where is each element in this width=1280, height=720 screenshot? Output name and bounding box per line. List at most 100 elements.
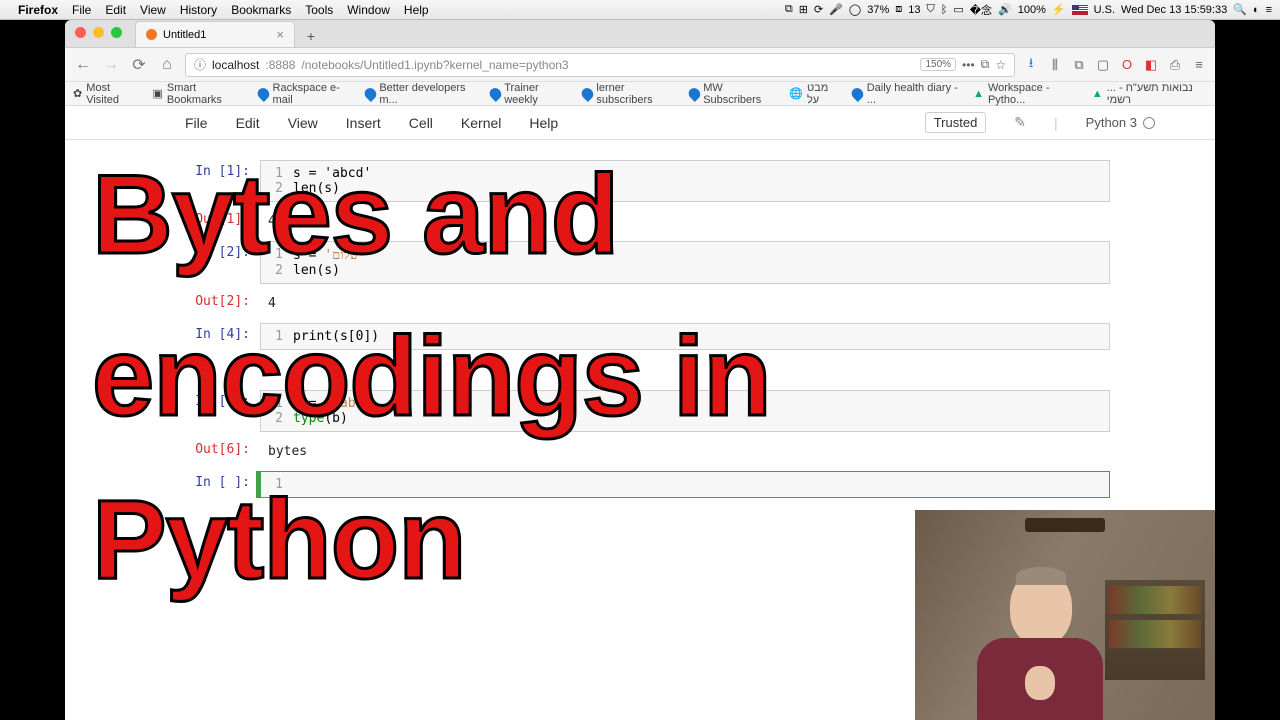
ext-badge-icon[interactable]: ◧: [1143, 57, 1159, 73]
library-icon[interactable]: ⫼: [1047, 57, 1063, 73]
new-tab-button[interactable]: +: [299, 25, 323, 47]
tab-close-icon[interactable]: ×: [276, 27, 284, 42]
hamburger-menu-icon[interactable]: ≡: [1191, 57, 1207, 73]
code-cell[interactable]: In [1]: 1s = 'abcd' 2len(s): [170, 160, 1110, 202]
browser-tab[interactable]: Untitled1 ×: [135, 21, 295, 47]
dropbox-icon[interactable]: ⧉: [785, 3, 793, 16]
home-button[interactable]: ⌂: [157, 55, 177, 75]
kernel-status-icon: [1143, 117, 1155, 129]
bookmark-most-visited[interactable]: ✿Most Visited: [73, 82, 138, 106]
sync-icon[interactable]: ⟳: [814, 3, 823, 16]
in-prompt: In [4]:: [170, 323, 260, 350]
bookshelf: [1105, 580, 1205, 680]
power-icon[interactable]: ⚡: [1052, 3, 1066, 16]
code-input[interactable]: 1b = b'abc' 2type(b): [260, 390, 1110, 432]
forward-button[interactable]: →: [101, 55, 121, 75]
macos-menubar: Firefox File Edit View History Bookmarks…: [0, 0, 1280, 20]
downloads-icon[interactable]: ⭳: [1023, 57, 1039, 73]
gear-icon: ✿: [73, 87, 82, 100]
jupyter-icon: [146, 29, 157, 40]
bookmark-mabat[interactable]: 🌐מבט על: [789, 82, 838, 106]
cell-output: 4: [260, 290, 1110, 317]
bookmark-hebrew[interactable]: ▲... - נבואות תשע"ח רשמי: [1092, 82, 1207, 106]
edit-icon[interactable]: ✎: [1014, 114, 1026, 131]
page-action-icon[interactable]: •••: [962, 58, 975, 72]
kernel-indicator[interactable]: Python 3: [1086, 115, 1155, 130]
toolbar-extensions: ⭳ ⫼ ⧉ ▢ O ◧ ⎙ ≡: [1023, 57, 1207, 73]
nb-menu-edit[interactable]: Edit: [236, 115, 260, 131]
url-host: localhost: [212, 58, 259, 72]
out-prompt: Out[6]:: [170, 438, 260, 465]
site-info-icon[interactable]: ⓘ: [194, 56, 206, 73]
menubar-clock[interactable]: Wed Dec 13 15:59:33: [1121, 4, 1227, 16]
opera-icon[interactable]: O: [1119, 57, 1135, 73]
bookmark-health[interactable]: Daily health diary - ...: [852, 82, 959, 106]
bluetooth-icon[interactable]: ᛒ: [941, 4, 948, 16]
code-input[interactable]: 1s = 'abcd' 2len(s): [260, 160, 1110, 202]
nb-menu-view[interactable]: View: [288, 115, 318, 131]
code-cell-selected[interactable]: In [ ]: 1: [170, 471, 1110, 498]
menu-help[interactable]: Help: [404, 3, 429, 17]
menu-edit[interactable]: Edit: [105, 3, 126, 17]
back-button[interactable]: ←: [73, 55, 93, 75]
bookmark-trainer[interactable]: Trainer weekly: [490, 82, 568, 106]
nb-menu-help[interactable]: Help: [529, 115, 558, 131]
battery1-icon[interactable]: ◯: [849, 3, 861, 16]
drip-icon: [686, 85, 702, 101]
window-maximize-button[interactable]: [111, 27, 122, 38]
bookmark-star-icon[interactable]: ☆: [995, 58, 1006, 72]
code-cell[interactable]: In [2]: 1s = 'שלום' 2len(s): [170, 241, 1110, 284]
nb-menu-kernel[interactable]: Kernel: [461, 115, 501, 131]
calendar-icon[interactable]: ⧈: [895, 3, 902, 16]
zoom-level[interactable]: 150%: [920, 58, 956, 71]
bookmark-rackspace[interactable]: Rackspace e-mail: [258, 82, 351, 106]
url-bar[interactable]: ⓘ localhost:8888/notebooks/Untitled1.ipy…: [185, 53, 1015, 77]
window-close-button[interactable]: [75, 27, 86, 38]
app-menu[interactable]: Firefox: [18, 3, 58, 17]
bookmark-smart[interactable]: ▣Smart Bookmarks: [152, 82, 243, 106]
reader-icon[interactable]: ⧉: [981, 57, 990, 72]
volume-icon[interactable]: 🔊: [998, 3, 1012, 16]
grid-icon[interactable]: ⊞: [799, 3, 808, 16]
bookmark-lerner[interactable]: lerner subscribers: [582, 82, 675, 106]
code-input[interactable]: 1s = 'שלום' 2len(s): [260, 241, 1110, 284]
nb-menu-cell[interactable]: Cell: [409, 115, 433, 131]
display-icon[interactable]: ▭: [953, 3, 963, 16]
code-input[interactable]: 1: [260, 471, 1110, 498]
reload-button[interactable]: ⟳: [129, 55, 149, 75]
menu-history[interactable]: History: [180, 3, 217, 17]
bookmark-mw[interactable]: MW Subscribers: [689, 82, 776, 106]
window-minimize-button[interactable]: [93, 27, 104, 38]
code-cell[interactable]: In [4]: 1print(s[0]): [170, 323, 1110, 350]
nb-menu-file[interactable]: File: [185, 115, 208, 131]
drip-icon: [362, 85, 378, 101]
url-path: /notebooks/Untitled1.ipynb?kernel_name=p…: [301, 58, 568, 72]
clip-icon[interactable]: ⎙: [1167, 57, 1183, 73]
screenshot-icon[interactable]: ⧉: [1071, 57, 1087, 73]
bookmark-workspace[interactable]: ▲Workspace - Pytho...: [973, 82, 1078, 106]
menu-bookmarks[interactable]: Bookmarks: [231, 3, 291, 17]
notebook-cells: In [1]: 1s = 'abcd' 2len(s) Out[1]: 4 In…: [65, 140, 1215, 524]
input-region[interactable]: U.S.: [1094, 4, 1115, 16]
flag-us-icon[interactable]: [1072, 5, 1088, 15]
menu-file[interactable]: File: [72, 3, 91, 17]
bookmark-betterdev[interactable]: Better developers m...: [365, 82, 476, 106]
folder-icon: ▣: [152, 87, 162, 100]
shield-icon[interactable]: ⛉: [927, 3, 935, 16]
menu-tools[interactable]: Tools: [305, 3, 333, 17]
wifi-icon[interactable]: �念: [970, 2, 992, 18]
code-cell[interactable]: In [6]: 1b = b'abc' 2type(b): [170, 390, 1110, 432]
code-input[interactable]: 1print(s[0]): [260, 323, 1110, 350]
presenter: [965, 560, 1115, 720]
siri-icon[interactable]: ◐: [1253, 4, 1260, 16]
menu-window[interactable]: Window: [347, 3, 390, 17]
menu-view[interactable]: View: [140, 3, 166, 17]
spotlight-icon[interactable]: 🔍: [1233, 3, 1247, 16]
trusted-badge[interactable]: Trusted: [925, 112, 987, 133]
output-cell: ש: [170, 356, 1110, 384]
sidebar-icon[interactable]: ▢: [1095, 57, 1111, 73]
notifications-icon[interactable]: ≡: [1266, 4, 1272, 16]
date-icon[interactable]: 13: [908, 4, 920, 16]
mic-icon[interactable]: 🎤: [829, 3, 843, 16]
nb-menu-insert[interactable]: Insert: [346, 115, 381, 131]
